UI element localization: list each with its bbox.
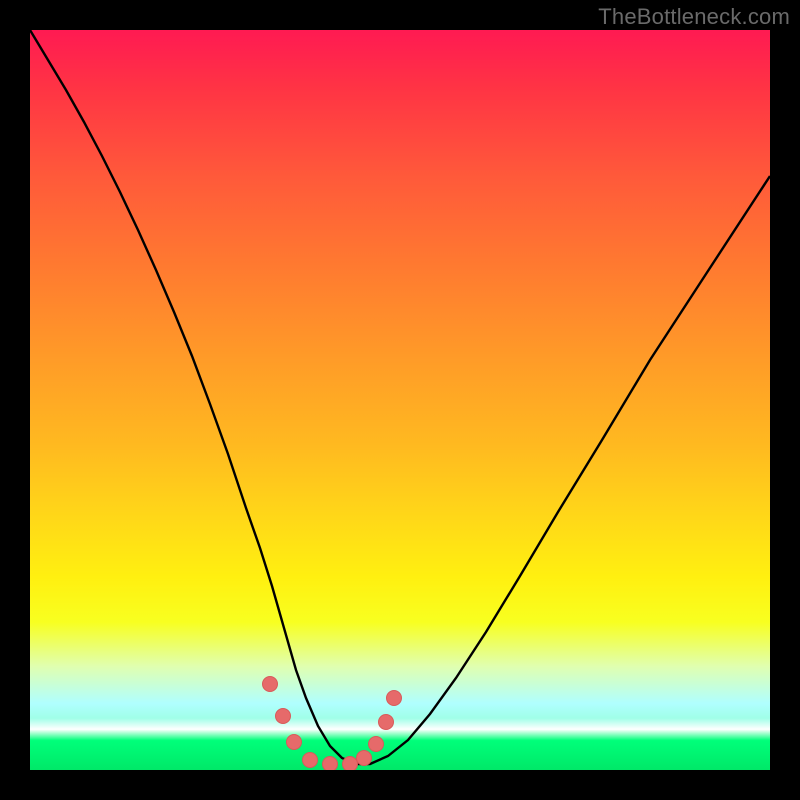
curve-marker	[369, 737, 384, 752]
curve-marker	[303, 753, 318, 768]
curve-marker	[287, 735, 302, 750]
curve-marker	[276, 709, 291, 724]
watermark-text: TheBottleneck.com	[598, 4, 790, 30]
curve-marker	[379, 715, 394, 730]
curve-marker	[357, 751, 372, 766]
curve-marker	[323, 757, 338, 771]
chart-frame: TheBottleneck.com	[0, 0, 800, 800]
curve-marker	[343, 757, 358, 771]
curve-marker	[263, 677, 278, 692]
curve-path	[30, 30, 770, 764]
plot-area	[30, 30, 770, 770]
bottleneck-curve	[30, 30, 770, 770]
curve-marker	[387, 691, 402, 706]
curve-markers	[263, 677, 402, 771]
